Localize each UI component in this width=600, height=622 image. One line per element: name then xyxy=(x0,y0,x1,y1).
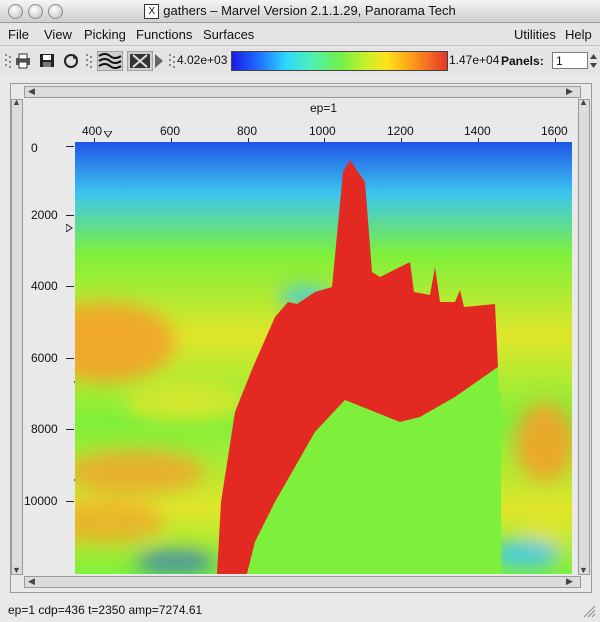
y-tick-mark xyxy=(66,501,74,502)
menu-help[interactable]: Help xyxy=(565,27,592,42)
toolbar-grip-icon xyxy=(5,54,11,68)
menu-bar: File View Picking Functions Surfaces Uti… xyxy=(0,23,600,46)
x-tick-label: 400 xyxy=(82,124,103,138)
y-tick-mark xyxy=(66,358,74,359)
save-icon[interactable] xyxy=(38,52,56,69)
scroll-down-arrow-icon[interactable]: ▼ xyxy=(12,565,21,575)
y-tick-mark xyxy=(66,429,74,430)
y-tick-mark xyxy=(66,286,74,287)
play-icon[interactable] xyxy=(154,53,164,69)
status-bar: ep=1 cdp=436 t=2350 amp=7274.61 xyxy=(0,598,600,622)
scroll-left-arrow-icon[interactable]: ◀ xyxy=(28,86,35,97)
menu-picking[interactable]: Picking xyxy=(84,27,126,42)
seismic-velocity-panel[interactable] xyxy=(75,142,572,574)
refresh-icon[interactable] xyxy=(62,52,80,69)
colorbar[interactable] xyxy=(231,51,448,71)
print-icon[interactable] xyxy=(14,52,32,69)
title-bar: Xgathers – Marvel Version 2.1.1.29, Pano… xyxy=(0,0,600,23)
y-tick-label: 0 xyxy=(31,141,38,155)
scroll-right-arrow-icon-bottom[interactable]: ▶ xyxy=(566,576,573,587)
resize-grip-icon[interactable] xyxy=(582,604,596,618)
colorbar-min-label: 4.02e+03 xyxy=(177,53,228,67)
horizontal-scrollbar-top[interactable] xyxy=(24,86,581,98)
y-cursor-marker-icon[interactable] xyxy=(66,224,73,232)
scroll-left-arrow-icon-bottom[interactable]: ◀ xyxy=(28,576,35,587)
scroll-right-arrow-icon[interactable]: ▶ xyxy=(566,86,573,97)
scroll-up-arrow-icon[interactable]: ▲ xyxy=(12,97,21,107)
y-tick-mark xyxy=(66,146,74,147)
menu-surfaces[interactable]: Surfaces xyxy=(203,27,254,42)
toolbar-grip-icon-2 xyxy=(86,54,92,68)
y-tick-label: 10000 xyxy=(24,494,58,508)
menu-file[interactable]: File xyxy=(8,27,29,42)
scroll-up-arrow-icon-right[interactable]: ▲ xyxy=(579,97,588,107)
x11-icon: X xyxy=(144,4,160,20)
y-tick-label: 8000 xyxy=(31,422,58,436)
x-tick-label: 1600 xyxy=(541,124,568,138)
y-tick-label: 6000 xyxy=(31,351,58,365)
menu-view[interactable]: View xyxy=(44,27,72,42)
colorbar-max-label: 1.47e+04 xyxy=(449,53,500,67)
window-title: gathers – Marvel Version 2.1.1.29, Panor… xyxy=(163,3,456,18)
horizontal-scrollbar-bottom[interactable] xyxy=(24,576,581,588)
window-title-wrap: Xgathers – Marvel Version 2.1.1.29, Pano… xyxy=(0,3,600,20)
toolbar-grip-icon-3 xyxy=(169,54,175,68)
y-tick-label: 4000 xyxy=(31,279,58,293)
variable-area-icon[interactable] xyxy=(127,51,153,71)
menu-functions[interactable]: Functions xyxy=(136,27,192,42)
x-tick-label: 800 xyxy=(237,124,258,138)
velocity-field-image[interactable] xyxy=(75,142,572,574)
plot-header: ep=1 xyxy=(310,101,338,115)
x-tick-label: 1400 xyxy=(464,124,491,138)
menu-utilities[interactable]: Utilities xyxy=(514,27,556,42)
x-tick-label: 1200 xyxy=(387,124,414,138)
x-tick-label: 1000 xyxy=(309,124,336,138)
vertical-scrollbar-right[interactable] xyxy=(578,99,590,575)
status-text: ep=1 cdp=436 t=2350 amp=7274.61 xyxy=(8,603,203,617)
x-tick-label: 600 xyxy=(160,124,181,138)
panels-input[interactable]: 1 xyxy=(552,52,588,69)
wiggle-display-icon[interactable] xyxy=(97,51,123,71)
scroll-down-arrow-icon-right[interactable]: ▼ xyxy=(579,565,588,575)
x-cursor-marker-icon[interactable] xyxy=(104,131,112,138)
panels-label: Panels: xyxy=(501,54,544,68)
vertical-scrollbar-left[interactable] xyxy=(11,99,23,575)
y-tick-mark xyxy=(66,215,74,216)
y-tick-label: 2000 xyxy=(31,208,58,222)
panels-stepper-icon[interactable] xyxy=(589,52,598,70)
